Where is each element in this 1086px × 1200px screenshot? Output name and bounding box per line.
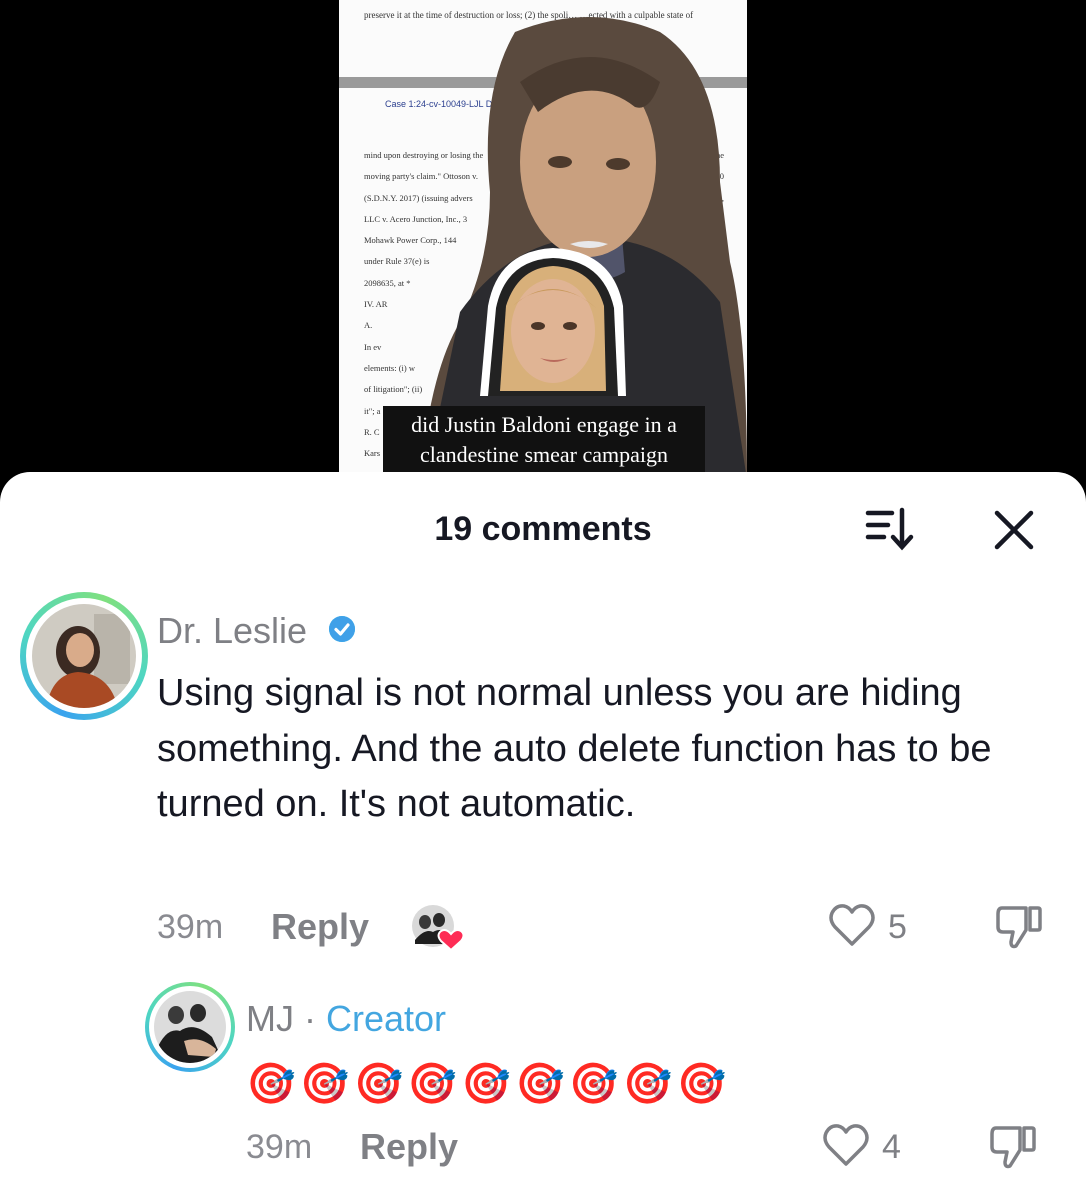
document-line-left: In ev: [364, 341, 382, 352]
document-line-left: 2098635, at *: [364, 277, 411, 288]
reply-username-line: MJ · Creator: [246, 998, 446, 1040]
comment-timestamp: 39m: [157, 908, 224, 946]
creator-badge: Creator: [326, 998, 447, 1039]
separator-dot: ·: [294, 998, 326, 1039]
avatar[interactable]: [145, 982, 235, 1072]
caption-line: clandestine smear campaign: [419, 442, 668, 467]
document-line-left: Kars: [364, 448, 381, 459]
comment-timestamp: 39m: [246, 1128, 313, 1166]
verified-badge-icon: [329, 616, 355, 642]
comment-text: 🎯🎯🎯🎯🎯🎯🎯🎯🎯: [246, 1062, 731, 1106]
heart-outline-icon: [829, 904, 875, 946]
dislike-button[interactable]: [994, 902, 1044, 955]
document-line-left: A.: [364, 320, 373, 331]
creator-liked-indicator: [411, 904, 465, 952]
creator-liked-avatar-icon: [412, 905, 465, 952]
video-caption: did Justin Baldoni engage in a clandesti…: [383, 406, 705, 472]
comment-username[interactable]: MJ: [246, 998, 294, 1039]
video-player[interactable]: preserve it at the time of destruction o…: [0, 0, 1086, 480]
heart-outline-icon: [823, 1124, 869, 1166]
caption-line: did Justin Baldoni engage in a: [411, 412, 677, 437]
comments-count-title: 19 comments: [434, 510, 652, 548]
reply-button[interactable]: Reply: [271, 906, 369, 948]
dislike-button[interactable]: [988, 1122, 1038, 1175]
comment-username[interactable]: Dr. Leslie: [157, 610, 307, 652]
close-button[interactable]: [992, 508, 1036, 552]
document-line-left: it"; a: [364, 405, 381, 416]
document-line-left: IV. AR: [364, 299, 388, 310]
avatar[interactable]: [20, 592, 148, 720]
document-line-left: of litigation"; (ii): [364, 384, 423, 395]
sort-icon: [865, 507, 914, 551]
like-button[interactable]: [822, 1122, 870, 1173]
close-icon: [994, 510, 1034, 550]
face-sticker: [480, 248, 626, 396]
thumbs-down-icon: [990, 1126, 1036, 1169]
like-button[interactable]: [828, 902, 876, 953]
user-photo: [32, 604, 136, 708]
thumbs-down-icon: [996, 906, 1042, 949]
document-line-left: elements: (i) w: [364, 362, 415, 373]
comments-sheet: 19 comments Dr. Leslie Using signal is n…: [0, 472, 1086, 1200]
reply-button[interactable]: Reply: [360, 1126, 458, 1168]
document-line-left: R. C: [364, 426, 380, 437]
user-photo: [154, 991, 226, 1063]
sort-button[interactable]: [864, 506, 916, 552]
comment-text: Using signal is not normal unless you ar…: [157, 672, 992, 825]
like-count: 4: [882, 1128, 901, 1166]
like-count: 5: [888, 908, 907, 946]
comments-header: 19 comments: [0, 472, 1086, 582]
